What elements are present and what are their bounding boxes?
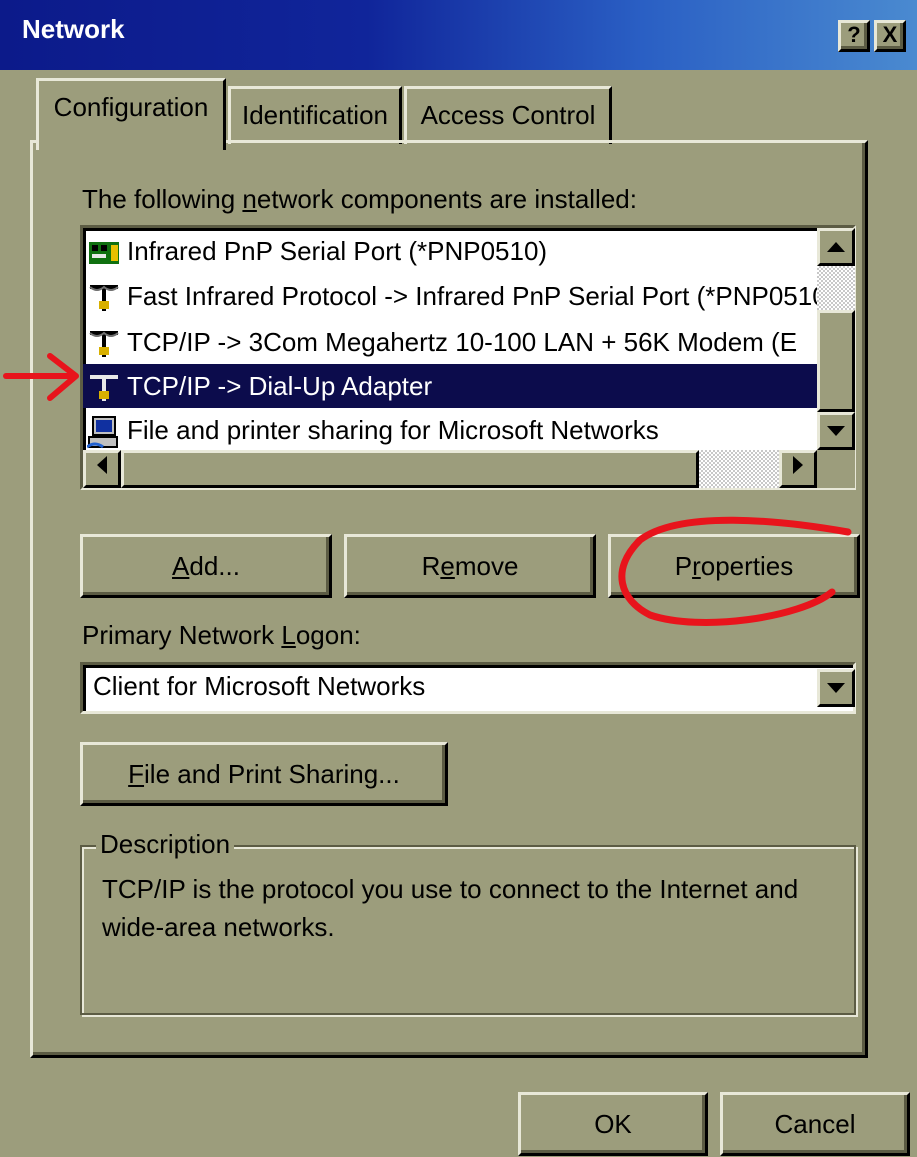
scroll-thumb[interactable] bbox=[817, 310, 855, 412]
dropdown-button[interactable] bbox=[817, 669, 855, 707]
protocol-icon bbox=[87, 327, 121, 361]
tab-access-control[interactable]: Access Control bbox=[404, 86, 612, 144]
list-item[interactable]: Infrared PnP Serial Port (*PNP0510) bbox=[83, 229, 819, 273]
list-item-label: Infrared PnP Serial Port (*PNP0510) bbox=[127, 236, 548, 266]
description-title: Description bbox=[96, 829, 235, 860]
ok-button[interactable]: OK bbox=[518, 1092, 708, 1156]
scroll-track[interactable] bbox=[817, 266, 855, 310]
horizontal-scrollbar[interactable] bbox=[83, 450, 817, 488]
scroll-right-button[interactable] bbox=[779, 450, 817, 488]
close-button[interactable]: X bbox=[874, 20, 906, 52]
scroll-down-button[interactable] bbox=[817, 412, 855, 450]
components-label: The following network components are ins… bbox=[82, 184, 637, 214]
scroll-track-horizontal[interactable] bbox=[699, 450, 779, 488]
primary-logon-select[interactable]: Client for Microsoft Networks bbox=[80, 662, 856, 714]
arrow-down-icon bbox=[827, 426, 845, 436]
protocol-icon bbox=[87, 281, 121, 315]
add-button[interactable]: Add... bbox=[80, 534, 332, 598]
service-icon bbox=[86, 415, 121, 449]
remove-button[interactable]: Remove bbox=[344, 534, 596, 598]
scroll-left-button[interactable] bbox=[83, 450, 121, 488]
scroll-up-button[interactable] bbox=[817, 228, 855, 266]
chevron-down-icon bbox=[827, 683, 845, 693]
list-item-label: File and printer sharing for Microsoft N… bbox=[127, 415, 659, 445]
title-bar bbox=[0, 0, 917, 70]
file-print-sharing-button[interactable]: File and Print Sharing... bbox=[80, 742, 448, 806]
scroll-corner bbox=[817, 450, 855, 488]
logon-value: Client for Microsoft Networks bbox=[93, 671, 426, 701]
arrow-up-icon bbox=[827, 242, 845, 252]
list-item[interactable]: File and printer sharing for Microsoft N… bbox=[83, 408, 819, 452]
list-item[interactable]: TCP/IP -> 3Com Megahertz 10-100 LAN + 56… bbox=[83, 320, 819, 364]
tab-configuration[interactable]: Configuration bbox=[36, 78, 226, 150]
cancel-button[interactable]: Cancel bbox=[720, 1092, 910, 1156]
window-title: Network bbox=[22, 14, 125, 44]
network-adapter-icon bbox=[87, 236, 121, 270]
components-list[interactable]: Infrared PnP Serial Port (*PNP0510) Fast… bbox=[80, 225, 856, 490]
list-item-selected[interactable]: TCP/IP -> Dial-Up Adapter bbox=[83, 364, 819, 408]
logon-label: Primary Network Logon: bbox=[82, 620, 361, 650]
vertical-scrollbar[interactable] bbox=[817, 228, 855, 450]
list-item-label: TCP/IP -> 3Com Megahertz 10-100 LAN + 56… bbox=[127, 327, 798, 357]
protocol-icon bbox=[87, 371, 121, 405]
description-text: TCP/IP is the protocol you use to connec… bbox=[102, 874, 799, 942]
properties-button[interactable]: Properties bbox=[608, 534, 860, 598]
list-item-label: Fast Infrared Protocol -> Infrared PnP S… bbox=[127, 281, 819, 311]
arrow-right-icon bbox=[793, 456, 803, 474]
help-button[interactable]: ? bbox=[838, 20, 870, 52]
list-item-label: TCP/IP -> Dial-Up Adapter bbox=[127, 371, 433, 401]
scroll-thumb-horizontal[interactable] bbox=[121, 450, 699, 488]
tab-identification[interactable]: Identification bbox=[228, 86, 402, 144]
arrow-left-icon bbox=[97, 456, 107, 474]
list-item[interactable]: Fast Infrared Protocol -> Infrared PnP S… bbox=[83, 274, 819, 318]
